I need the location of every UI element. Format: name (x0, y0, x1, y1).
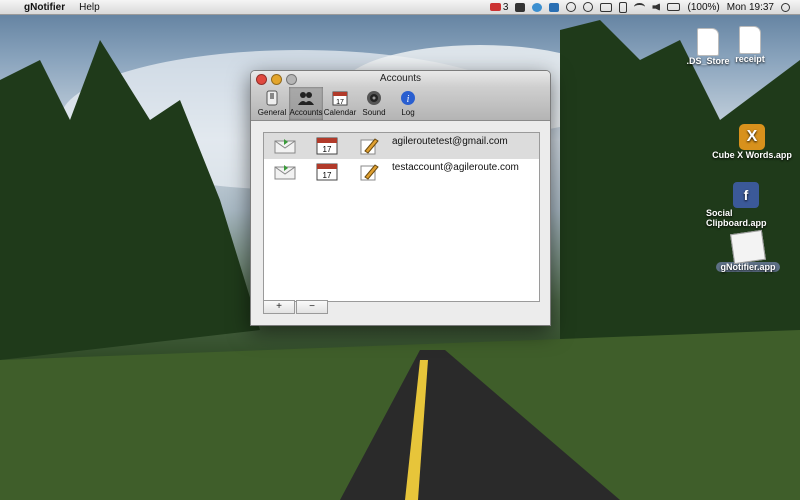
desktop-icon-label: receipt (735, 54, 765, 64)
edit-pencil-icon[interactable] (358, 137, 380, 155)
tab-calendar-label: Calendar (323, 108, 357, 117)
tab-calendar[interactable]: 17 Calendar (323, 87, 357, 120)
desktop-icon-receipt[interactable]: receipt (710, 26, 790, 64)
tab-accounts[interactable]: Accounts (289, 87, 323, 120)
window-title: Accounts (379, 73, 422, 84)
mail-count: 3 (502, 1, 509, 13)
window-controls (256, 74, 297, 85)
table-button-bar: + − (263, 300, 538, 314)
status-app-icon[interactable] (515, 2, 526, 12)
menu-bar: gNotifier Help 3 (100%) Mon 19:37 (0, 0, 800, 15)
desktop-icon-label: gNotifier.app (716, 262, 780, 272)
speaker-icon (365, 89, 383, 107)
table-row[interactable]: 17 testaccount@agileroute.com (264, 159, 539, 185)
tab-sound-label: Sound (362, 108, 386, 117)
display-icon[interactable] (600, 2, 613, 12)
envelope-icon (274, 163, 296, 181)
document-icon (739, 26, 761, 54)
users-icon (297, 89, 315, 107)
social-clipboard-app-icon: f (733, 182, 759, 208)
info-icon: i (399, 89, 417, 107)
accounts-window: Accounts General Accounts 17 Calendar So… (250, 70, 551, 326)
edit-pencil-icon[interactable] (358, 163, 380, 181)
accounts-table: 17 agileroutetest@gmail.com 17 testaccou… (263, 132, 540, 302)
calendar-day: 17 (323, 171, 332, 180)
tab-log[interactable]: i Log (391, 87, 425, 120)
skype-icon[interactable] (532, 2, 543, 12)
spotlight-icon[interactable] (781, 2, 790, 12)
minimize-button[interactable] (271, 74, 282, 85)
dropbox-icon[interactable] (549, 2, 560, 12)
battery-percent: (100%) (687, 1, 720, 13)
battery-icon[interactable] (667, 3, 681, 11)
calendar-day: 17 (323, 145, 332, 154)
close-button[interactable] (256, 74, 267, 85)
menu-help[interactable]: Help (79, 2, 100, 13)
window-titlebar[interactable]: Accounts (251, 71, 550, 87)
switch-icon (263, 89, 281, 107)
calendar-icon: 17 (331, 89, 349, 107)
cube-app-icon: X (739, 124, 765, 150)
volume-icon[interactable] (652, 3, 661, 11)
gnotifier-app-icon (730, 229, 766, 265)
desktop-icon-gnotifier[interactable]: gNotifier.app (708, 229, 788, 272)
menu-app-name[interactable]: gNotifier (24, 2, 65, 13)
tab-sound[interactable]: Sound (357, 87, 391, 120)
wifi-icon[interactable] (634, 3, 646, 11)
bluetooth-icon[interactable] (619, 1, 628, 13)
envelope-icon (274, 137, 296, 155)
desktop-icon-cube-x-words[interactable]: X Cube X Words.app (712, 124, 792, 160)
table-row[interactable]: 17 agileroutetest@gmail.com (264, 133, 539, 159)
tab-log-label: Log (401, 108, 415, 117)
menu-clock[interactable]: Mon 19:37 (727, 2, 774, 13)
calendar-icon: 17 (316, 163, 338, 181)
zoom-button[interactable] (286, 74, 297, 85)
desktop-icon-label: Cube X Words.app (712, 150, 792, 160)
svg-text:i: i (407, 94, 410, 105)
clock-icon[interactable] (583, 2, 594, 12)
remove-account-button[interactable]: − (296, 300, 328, 314)
svg-text:17: 17 (336, 99, 344, 106)
tab-general[interactable]: General (255, 87, 289, 120)
desktop-icon-social-clipboard[interactable]: f Social Clipboard.app (706, 182, 786, 228)
account-email: agileroutetest@gmail.com (392, 136, 508, 147)
preferences-toolbar: General Accounts 17 Calendar Sound i Log (251, 87, 550, 121)
desktop-icon-label: Social Clipboard.app (706, 208, 767, 228)
calendar-icon: 17 (316, 137, 338, 155)
tab-accounts-label: Accounts (289, 108, 323, 117)
mail-status-icon[interactable]: 3 (489, 1, 509, 13)
account-email: testaccount@agileroute.com (392, 162, 519, 173)
sync-icon[interactable] (566, 2, 577, 12)
add-account-button[interactable]: + (263, 300, 295, 314)
tab-general-label: General (257, 108, 287, 117)
